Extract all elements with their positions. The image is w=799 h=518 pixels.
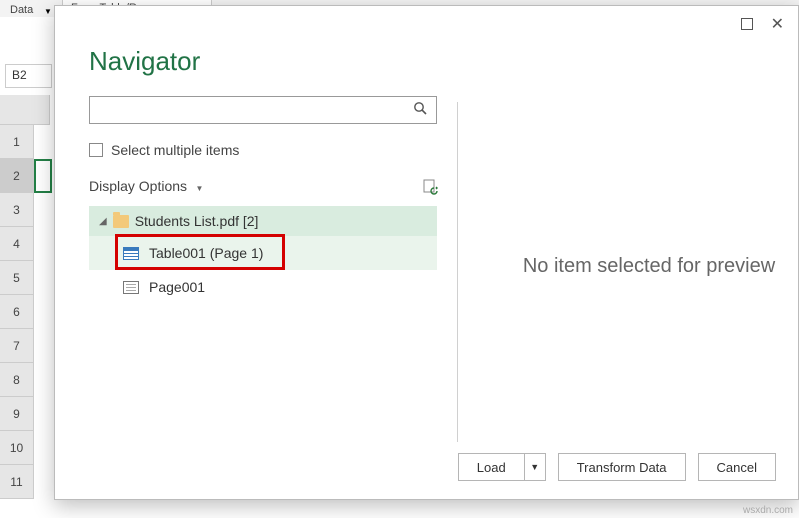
tree-item-table001[interactable]: Table001 (Page 1)	[89, 236, 437, 270]
watermark: wsxdn.com	[743, 505, 793, 516]
row-header[interactable]: 9	[0, 397, 34, 431]
load-button[interactable]: Load	[458, 453, 524, 481]
tree-item-page001[interactable]: Page001	[89, 270, 437, 304]
panel-divider	[457, 102, 458, 442]
tree-root-folder[interactable]: ◢ Students List.pdf [2]	[89, 206, 437, 236]
row-header[interactable]: 7	[0, 329, 34, 363]
select-multiple-label: Select multiple items	[111, 142, 239, 158]
dialog-title: Navigator	[89, 46, 200, 77]
search-icon	[413, 101, 428, 120]
table-icon	[123, 247, 139, 260]
display-options-button[interactable]: Display Options	[89, 178, 187, 194]
load-dropdown-button[interactable]: ▼	[524, 453, 546, 481]
row-header[interactable]: 6	[0, 295, 34, 329]
active-cell-border	[34, 159, 52, 193]
tree-root-label: Students List.pdf [2]	[135, 213, 259, 229]
preview-panel: No item selected for preview	[479, 96, 799, 436]
row-header[interactable]: 11	[0, 465, 34, 499]
row-header[interactable]: 4	[0, 227, 34, 261]
transform-data-button[interactable]: Transform Data	[558, 453, 686, 481]
tree-item-label: Page001	[149, 279, 205, 295]
search-input[interactable]	[89, 96, 437, 124]
select-multiple-checkbox[interactable]	[89, 143, 103, 157]
chevron-down-icon: ▼	[44, 7, 52, 16]
cancel-button[interactable]: Cancel	[698, 453, 776, 481]
maximize-icon[interactable]	[741, 18, 753, 30]
ribbon-data-tab[interactable]: Data	[10, 4, 33, 16]
chevron-down-icon: ▼	[196, 184, 204, 193]
page-icon	[123, 281, 139, 294]
row-header[interactable]: 3	[0, 193, 34, 227]
row-header[interactable]: 8	[0, 363, 34, 397]
row-header[interactable]: 2	[0, 159, 34, 193]
tree-item-label: Table001 (Page 1)	[149, 245, 263, 261]
row-header[interactable]: 5	[0, 261, 34, 295]
preview-empty-text: No item selected for preview	[523, 255, 775, 278]
row-header[interactable]: 10	[0, 431, 34, 465]
folder-icon	[113, 215, 129, 228]
row-header[interactable]: 1	[0, 125, 34, 159]
collapse-icon[interactable]: ◢	[99, 216, 107, 227]
name-box[interactable]: B2	[5, 64, 52, 88]
select-all-triangle[interactable]	[0, 95, 50, 125]
refresh-icon[interactable]	[423, 179, 437, 195]
close-icon[interactable]: ✕	[771, 14, 784, 34]
navigator-dialog: ✕ Navigator Select multiple items Displa…	[54, 5, 799, 500]
